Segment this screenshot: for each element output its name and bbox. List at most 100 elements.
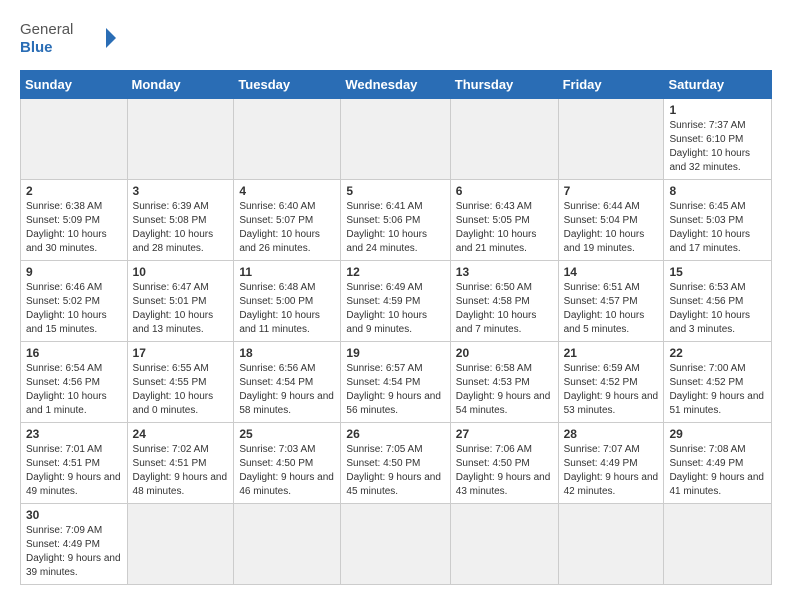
day-number: 11	[239, 265, 335, 279]
day-info: Sunrise: 6:56 AM Sunset: 4:54 PM Dayligh…	[239, 362, 335, 418]
empty-cell	[558, 504, 664, 585]
day-info: Sunrise: 7:08 AM Sunset: 4:49 PM Dayligh…	[669, 443, 766, 499]
day-number: 5	[346, 184, 444, 198]
day-cell-18: 18 Sunrise: 6:56 AM Sunset: 4:54 PM Dayli…	[234, 342, 341, 423]
day-number: 25	[239, 427, 335, 441]
day-info: Sunrise: 6:38 AM Sunset: 5:09 PM Dayligh…	[26, 200, 122, 256]
day-info: Sunrise: 7:09 AM Sunset: 4:49 PM Dayligh…	[26, 524, 122, 580]
day-info: Sunrise: 7:06 AM Sunset: 4:50 PM Dayligh…	[456, 443, 553, 499]
calendar-table: SundayMondayTuesdayWednesdayThursdayFrid…	[20, 70, 772, 585]
day-number: 18	[239, 346, 335, 360]
day-cell-30: 30 Sunrise: 7:09 AM Sunset: 4:49 PM Dayli…	[21, 504, 128, 585]
day-number: 8	[669, 184, 766, 198]
day-cell-13: 13 Sunrise: 6:50 AM Sunset: 4:58 PM Dayli…	[450, 261, 558, 342]
col-header-thursday: Thursday	[450, 71, 558, 99]
day-info: Sunrise: 7:00 AM Sunset: 4:52 PM Dayligh…	[669, 362, 766, 418]
day-info: Sunrise: 6:58 AM Sunset: 4:53 PM Dayligh…	[456, 362, 553, 418]
day-number: 3	[133, 184, 229, 198]
day-cell-9: 9Sunrise: 6:46 AM Sunset: 5:02 PM Daylig…	[21, 261, 128, 342]
empty-cell	[341, 504, 450, 585]
day-cell-2: 2Sunrise: 6:38 AM Sunset: 5:09 PM Daylig…	[21, 180, 128, 261]
day-cell-5: 5 Sunrise: 6:41 AM Sunset: 5:06 PM Daylig…	[341, 180, 450, 261]
empty-cell	[450, 504, 558, 585]
day-info: Sunrise: 7:01 AM Sunset: 4:51 PM Dayligh…	[26, 443, 122, 499]
col-header-wednesday: Wednesday	[341, 71, 450, 99]
day-cell-24: 24 Sunrise: 7:02 AM Sunset: 4:51 PM Dayli…	[127, 423, 234, 504]
week-row-1: 1Sunrise: 7:37 AM Sunset: 6:10 PM Daylig…	[21, 99, 772, 180]
day-number: 1	[669, 103, 766, 117]
day-info: Sunrise: 6:43 AM Sunset: 5:05 PM Dayligh…	[456, 200, 553, 256]
day-cell-27: 27 Sunrise: 7:06 AM Sunset: 4:50 PM Dayli…	[450, 423, 558, 504]
day-info: Sunrise: 6:51 AM Sunset: 4:57 PM Dayligh…	[564, 281, 659, 337]
empty-cell	[558, 99, 664, 180]
day-info: Sunrise: 6:48 AM Sunset: 5:00 PM Dayligh…	[239, 281, 335, 337]
day-number: 19	[346, 346, 444, 360]
day-number: 6	[456, 184, 553, 198]
col-header-friday: Friday	[558, 71, 664, 99]
svg-text:Blue: Blue	[20, 39, 53, 56]
week-row-6: 30 Sunrise: 7:09 AM Sunset: 4:49 PM Dayli…	[21, 504, 772, 585]
empty-cell	[21, 99, 128, 180]
week-row-5: 23 Sunrise: 7:01 AM Sunset: 4:51 PM Dayli…	[21, 423, 772, 504]
day-info: Sunrise: 6:45 AM Sunset: 5:03 PM Dayligh…	[669, 200, 766, 256]
day-cell-7: 7Sunrise: 6:44 AM Sunset: 5:04 PM Daylig…	[558, 180, 664, 261]
day-cell-11: 11 Sunrise: 6:48 AM Sunset: 5:00 PM Dayli…	[234, 261, 341, 342]
col-header-monday: Monday	[127, 71, 234, 99]
day-info: Sunrise: 6:54 AM Sunset: 4:56 PM Dayligh…	[26, 362, 122, 418]
day-number: 21	[564, 346, 659, 360]
day-number: 24	[133, 427, 229, 441]
day-info: Sunrise: 6:46 AM Sunset: 5:02 PM Dayligh…	[26, 281, 122, 337]
week-row-4: 16Sunrise: 6:54 AM Sunset: 4:56 PM Dayli…	[21, 342, 772, 423]
day-cell-29: 29 Sunrise: 7:08 AM Sunset: 4:49 PM Dayli…	[664, 423, 772, 504]
day-number: 10	[133, 265, 229, 279]
day-info: Sunrise: 6:59 AM Sunset: 4:52 PM Dayligh…	[564, 362, 659, 418]
day-info: Sunrise: 7:07 AM Sunset: 4:49 PM Dayligh…	[564, 443, 659, 499]
day-number: 23	[26, 427, 122, 441]
day-number: 29	[669, 427, 766, 441]
page: General Blue SundayMondayTuesdayWednesda…	[0, 0, 792, 601]
empty-cell	[341, 99, 450, 180]
day-info: Sunrise: 6:49 AM Sunset: 4:59 PM Dayligh…	[346, 281, 444, 337]
day-cell-1: 1Sunrise: 7:37 AM Sunset: 6:10 PM Daylig…	[664, 99, 772, 180]
day-cell-23: 23 Sunrise: 7:01 AM Sunset: 4:51 PM Dayli…	[21, 423, 128, 504]
day-cell-12: 12 Sunrise: 6:49 AM Sunset: 4:59 PM Dayli…	[341, 261, 450, 342]
day-info: Sunrise: 6:53 AM Sunset: 4:56 PM Dayligh…	[669, 281, 766, 337]
day-cell-28: 28 Sunrise: 7:07 AM Sunset: 4:49 PM Dayli…	[558, 423, 664, 504]
week-row-3: 9Sunrise: 6:46 AM Sunset: 5:02 PM Daylig…	[21, 261, 772, 342]
day-number: 22	[669, 346, 766, 360]
day-info: Sunrise: 6:57 AM Sunset: 4:54 PM Dayligh…	[346, 362, 444, 418]
empty-cell	[450, 99, 558, 180]
day-number: 12	[346, 265, 444, 279]
logo: General Blue	[20, 16, 120, 60]
day-number: 26	[346, 427, 444, 441]
col-header-tuesday: Tuesday	[234, 71, 341, 99]
day-info: Sunrise: 7:03 AM Sunset: 4:50 PM Dayligh…	[239, 443, 335, 499]
day-cell-6: 6 Sunrise: 6:43 AM Sunset: 5:05 PM Daylig…	[450, 180, 558, 261]
empty-cell	[127, 504, 234, 585]
day-info: Sunrise: 7:05 AM Sunset: 4:50 PM Dayligh…	[346, 443, 444, 499]
day-cell-26: 26 Sunrise: 7:05 AM Sunset: 4:50 PM Dayli…	[341, 423, 450, 504]
day-info: Sunrise: 6:41 AM Sunset: 5:06 PM Dayligh…	[346, 200, 444, 256]
day-number: 28	[564, 427, 659, 441]
day-info: Sunrise: 6:50 AM Sunset: 4:58 PM Dayligh…	[456, 281, 553, 337]
day-cell-22: 22 Sunrise: 7:00 AM Sunset: 4:52 PM Dayli…	[664, 342, 772, 423]
empty-cell	[234, 99, 341, 180]
day-number: 27	[456, 427, 553, 441]
day-cell-20: 20Sunrise: 6:58 AM Sunset: 4:53 PM Dayli…	[450, 342, 558, 423]
day-cell-25: 25 Sunrise: 7:03 AM Sunset: 4:50 PM Dayli…	[234, 423, 341, 504]
day-info: Sunrise: 6:39 AM Sunset: 5:08 PM Dayligh…	[133, 200, 229, 256]
day-cell-4: 4Sunrise: 6:40 AM Sunset: 5:07 PM Daylig…	[234, 180, 341, 261]
col-header-saturday: Saturday	[664, 71, 772, 99]
day-cell-21: 21 Sunrise: 6:59 AM Sunset: 4:52 PM Dayli…	[558, 342, 664, 423]
week-row-2: 2Sunrise: 6:38 AM Sunset: 5:09 PM Daylig…	[21, 180, 772, 261]
day-info: Sunrise: 7:02 AM Sunset: 4:51 PM Dayligh…	[133, 443, 229, 499]
day-number: 4	[239, 184, 335, 198]
empty-cell	[664, 504, 772, 585]
day-info: Sunrise: 6:47 AM Sunset: 5:01 PM Dayligh…	[133, 281, 229, 337]
day-cell-14: 14Sunrise: 6:51 AM Sunset: 4:57 PM Dayli…	[558, 261, 664, 342]
empty-cell	[127, 99, 234, 180]
day-number: 13	[456, 265, 553, 279]
header: General Blue	[20, 16, 772, 60]
day-cell-16: 16Sunrise: 6:54 AM Sunset: 4:56 PM Dayli…	[21, 342, 128, 423]
day-number: 30	[26, 508, 122, 522]
